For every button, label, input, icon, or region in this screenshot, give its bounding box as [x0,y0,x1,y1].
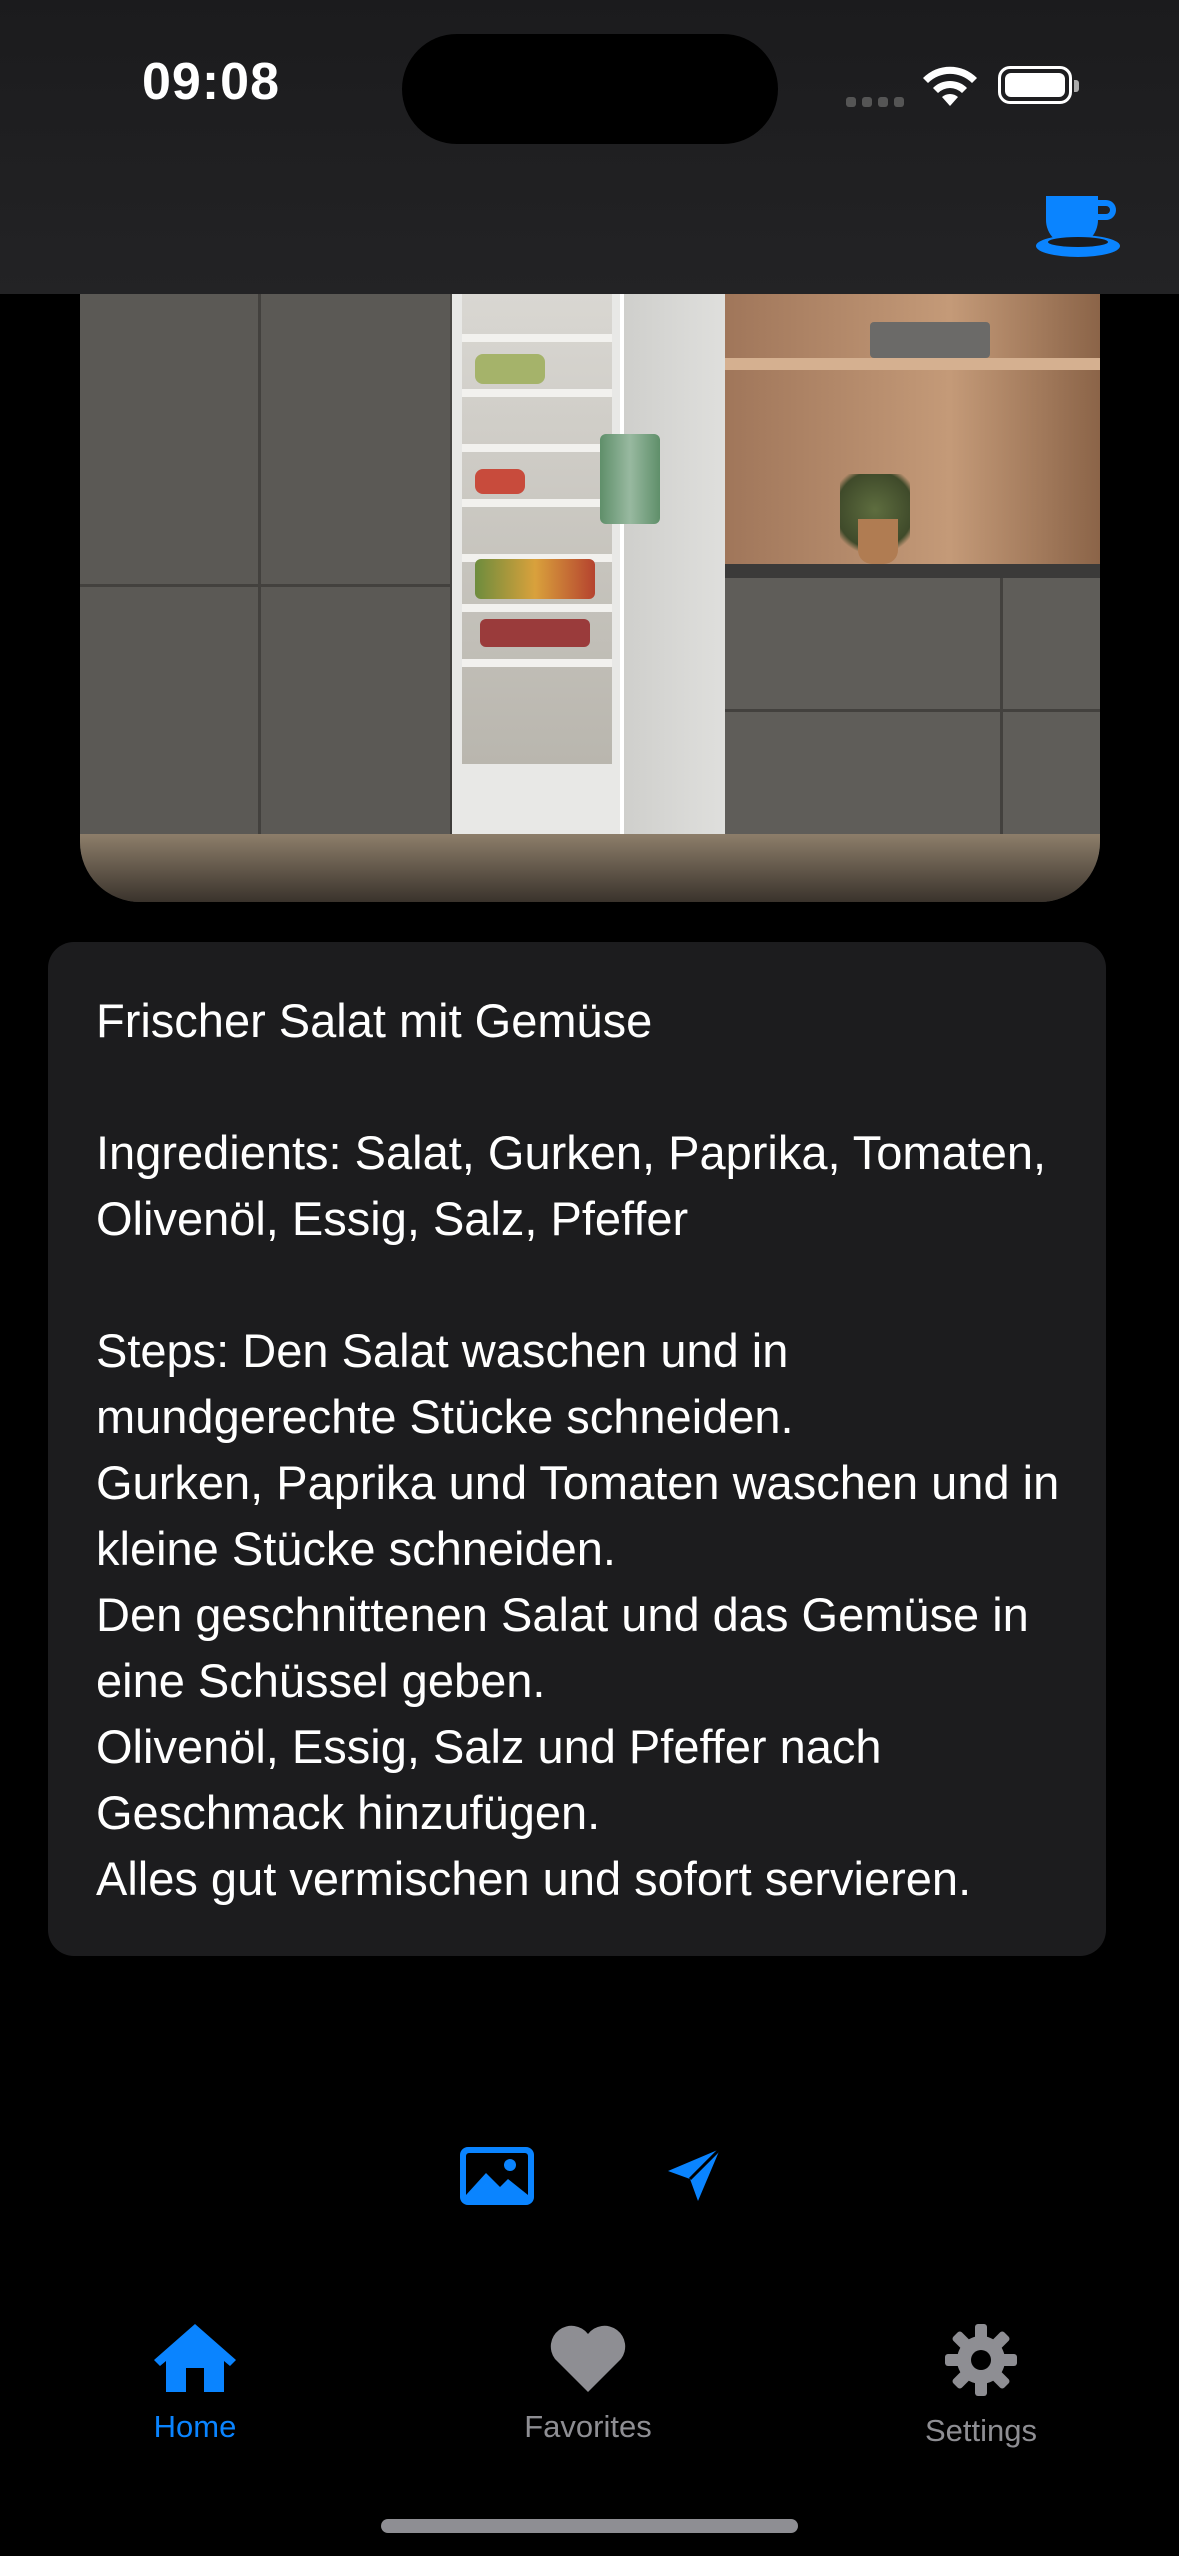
photo-icon[interactable] [458,2145,536,2207]
home-indicator[interactable] [381,2519,798,2533]
recipe-card: Frischer Salat mit Gemüse Ingredients: S… [48,942,1106,1956]
battery-icon [998,66,1079,104]
tab-settings-label: Settings [924,2413,1037,2448]
tab-settings[interactable]: Settings [861,2322,1101,2449]
recipe-text: Frischer Salat mit Gemüse Ingredients: S… [96,994,1060,1905]
dynamic-island [402,34,778,144]
status-time: 09:08 [142,53,280,111]
coffee-cup-icon[interactable] [1036,192,1124,258]
house-icon [154,2324,236,2392]
cellular-signal-icon [846,94,910,112]
kitchen-fridge-photo [80,294,1100,902]
send-icon[interactable] [664,2145,724,2205]
heart-icon [550,2325,626,2392]
tab-home[interactable]: Home [75,2322,315,2445]
tab-home-label: Home [153,2409,237,2444]
wifi-icon [923,66,977,106]
tab-favorites-label: Favorites [524,2409,652,2444]
gear-icon [945,2324,1017,2396]
tab-favorites[interactable]: Favorites [468,2322,708,2445]
navigation-header: 09:08 [0,0,1179,294]
